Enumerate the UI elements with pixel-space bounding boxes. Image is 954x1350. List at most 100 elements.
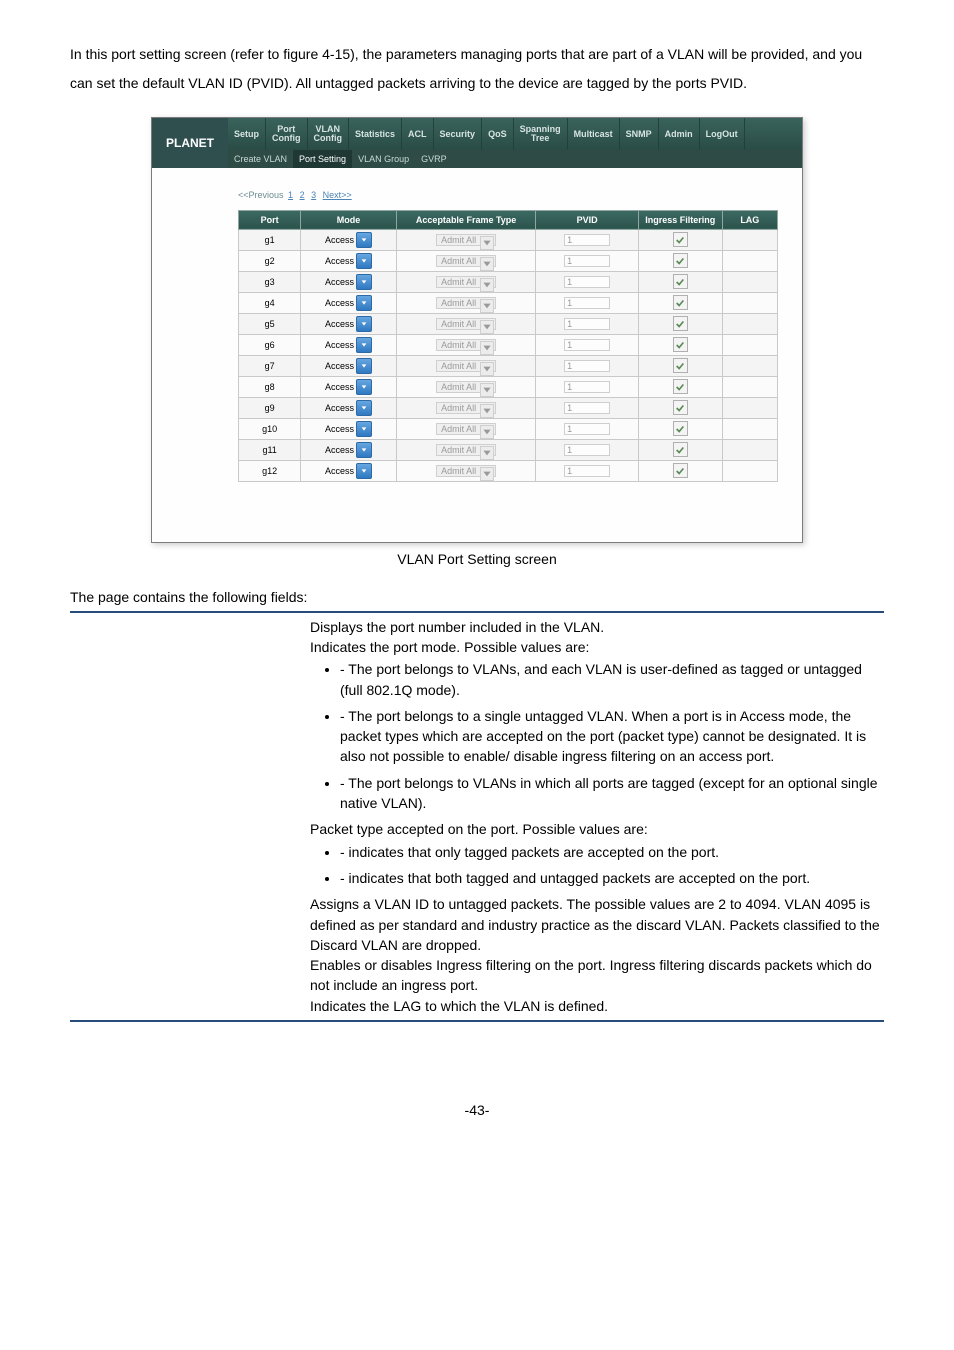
ingress-checkbox[interactable]: [673, 442, 688, 457]
pvid-input[interactable]: 1: [564, 234, 610, 246]
mode-dropdown-button[interactable]: [356, 379, 372, 395]
mode-dropdown-button[interactable]: [356, 253, 372, 269]
nav-acl[interactable]: ACL: [402, 118, 434, 150]
subnav-create-vlan[interactable]: Create VLAN: [228, 150, 293, 168]
mode-value: Access: [325, 235, 354, 245]
mode-dropdown-button[interactable]: [356, 400, 372, 416]
col-pvid: PVID: [536, 210, 639, 229]
table-row: g3AccessAdmit All1: [239, 271, 778, 292]
mode-dropdown-button[interactable]: [356, 421, 372, 437]
chevron-down-icon: [480, 236, 494, 250]
frame-cell: Admit All: [396, 397, 535, 418]
chevron-down-icon: [480, 383, 494, 397]
pvid-input[interactable]: 1: [564, 444, 610, 456]
nav-setup[interactable]: Setup: [228, 118, 266, 150]
ingress-checkbox[interactable]: [673, 232, 688, 247]
frame-cell: Admit All: [396, 313, 535, 334]
pvid-input[interactable]: 1: [564, 276, 610, 288]
nav-admin[interactable]: Admin: [659, 118, 700, 150]
chevron-down-icon: [480, 425, 494, 439]
col-port: Port: [239, 210, 301, 229]
ingress-checkbox[interactable]: [673, 253, 688, 268]
ingress-cell: [638, 313, 722, 334]
mode-cell: Access: [301, 313, 397, 334]
lag-cell: [722, 418, 777, 439]
subnav-gvrp[interactable]: GVRP: [415, 150, 453, 168]
intro-paragraph: In this port setting screen (refer to fi…: [70, 40, 884, 99]
fields-table: Displays the port number included in the…: [70, 611, 884, 1022]
port-cell: g6: [239, 334, 301, 355]
ingress-checkbox[interactable]: [673, 316, 688, 331]
mode-dropdown-button[interactable]: [356, 316, 372, 332]
field-mode-intro: Indicates the port mode. Possible values…: [310, 637, 884, 657]
ingress-checkbox[interactable]: [673, 274, 688, 289]
table-row: g9AccessAdmit All1: [239, 397, 778, 418]
mode-cell: Access: [301, 271, 397, 292]
nav-logout[interactable]: LogOut: [700, 118, 745, 150]
pvid-input[interactable]: 1: [564, 297, 610, 309]
port-cell: g7: [239, 355, 301, 376]
lag-cell: [722, 376, 777, 397]
pager-page-2[interactable]: 2: [298, 190, 307, 200]
pvid-input[interactable]: 1: [564, 318, 610, 330]
pager-next[interactable]: Next>>: [321, 190, 354, 200]
nav-snmp[interactable]: SNMP: [620, 118, 659, 150]
chevron-down-icon: [480, 446, 494, 460]
frame-cell: Admit All: [396, 292, 535, 313]
table-row: g10AccessAdmit All1: [239, 418, 778, 439]
mode-value: Access: [325, 424, 354, 434]
lag-cell: [722, 397, 777, 418]
nav-spanning-tree[interactable]: SpanningTree: [514, 118, 568, 150]
pager-page-3[interactable]: 3: [309, 190, 318, 200]
pvid-input[interactable]: 1: [564, 255, 610, 267]
pvid-input[interactable]: 1: [564, 360, 610, 372]
port-cell: g9: [239, 397, 301, 418]
chevron-down-icon: [480, 320, 494, 334]
pvid-input[interactable]: 1: [564, 402, 610, 414]
lag-cell: [722, 439, 777, 460]
frame-type-select: Admit All: [436, 234, 496, 246]
ingress-checkbox[interactable]: [673, 400, 688, 415]
mode-dropdown-button[interactable]: [356, 442, 372, 458]
pvid-input[interactable]: 1: [564, 423, 610, 435]
ingress-checkbox[interactable]: [673, 337, 688, 352]
mode-dropdown-button[interactable]: [356, 358, 372, 374]
lag-cell: [722, 271, 777, 292]
pvid-cell: 1: [536, 418, 639, 439]
mode-dropdown-button[interactable]: [356, 232, 372, 248]
mode-dropdown-button[interactable]: [356, 274, 372, 290]
nav-port-config[interactable]: PortConfig: [266, 118, 308, 150]
mode-value: Access: [325, 340, 354, 350]
mode-cell: Access: [301, 376, 397, 397]
fields-intro: The page contains the following fields:: [70, 589, 884, 605]
subnav-vlan-group[interactable]: VLAN Group: [352, 150, 415, 168]
mode-dropdown-button[interactable]: [356, 295, 372, 311]
nav-security[interactable]: Security: [434, 118, 483, 150]
ingress-checkbox[interactable]: [673, 463, 688, 478]
port-cell: g12: [239, 460, 301, 481]
mode-dropdown-button[interactable]: [356, 463, 372, 479]
nav-qos[interactable]: QoS: [482, 118, 514, 150]
nav-vlan-config[interactable]: VLANConfig: [308, 118, 350, 150]
port-cell: g1: [239, 229, 301, 250]
mode-dropdown-button[interactable]: [356, 337, 372, 353]
table-row: g11AccessAdmit All1: [239, 439, 778, 460]
ingress-checkbox[interactable]: [673, 295, 688, 310]
pvid-cell: 1: [536, 397, 639, 418]
pvid-input[interactable]: 1: [564, 339, 610, 351]
ingress-cell: [638, 334, 722, 355]
pager-page-1[interactable]: 1: [286, 190, 295, 200]
pvid-cell: 1: [536, 460, 639, 481]
ingress-checkbox[interactable]: [673, 379, 688, 394]
pager-prev[interactable]: <<Previous: [238, 190, 284, 200]
ingress-checkbox[interactable]: [673, 358, 688, 373]
pvid-input[interactable]: 1: [564, 381, 610, 393]
subnav-port-setting[interactable]: Port Setting: [293, 150, 352, 168]
pvid-input[interactable]: 1: [564, 465, 610, 477]
nav-statistics[interactable]: Statistics: [349, 118, 402, 150]
nav-multicast[interactable]: Multicast: [568, 118, 620, 150]
col-frame-type: Acceptable Frame Type: [396, 210, 535, 229]
table-row: g4AccessAdmit All1: [239, 292, 778, 313]
ingress-checkbox[interactable]: [673, 421, 688, 436]
field-mode-trunk: - The port belongs to VLANs in which all…: [340, 773, 884, 814]
